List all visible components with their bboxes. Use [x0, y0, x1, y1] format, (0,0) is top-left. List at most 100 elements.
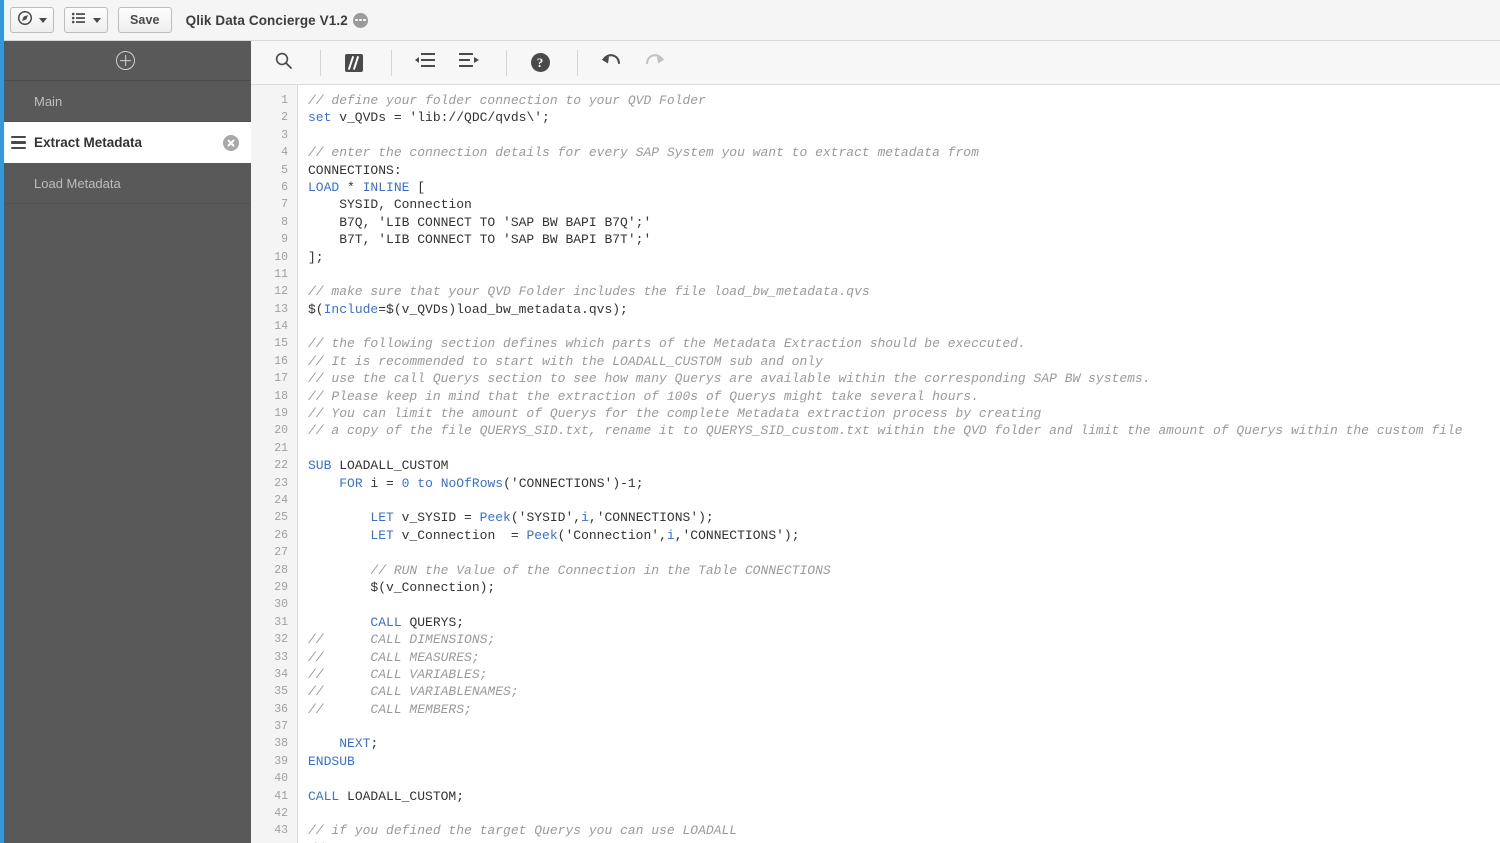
code-token: LOADALL_CUSTOM — [331, 458, 449, 474]
code-token: i — [666, 527, 675, 543]
code-line[interactable] — [308, 805, 1500, 822]
code-line[interactable]: NEXT; — [308, 735, 1500, 752]
chevron-down-icon — [39, 17, 47, 23]
code-token: Peek — [479, 510, 511, 526]
code-line[interactable]: // Please keep in mind that the extracti… — [308, 388, 1500, 405]
line-number: 43 — [274, 824, 288, 838]
code-token: [ — [409, 179, 426, 195]
code-line[interactable]: $(Include=$(v_QVDs)load_bw_metadata.qvs)… — [308, 301, 1500, 318]
code-line[interactable] — [308, 596, 1500, 613]
code-line[interactable]: // enter the connection details for ever… — [308, 144, 1500, 161]
sections-sidebar: Main Extract Metadata Load Metadata — [0, 41, 251, 843]
line-number: 24 — [274, 493, 288, 507]
sidebar-item-extract-metadata[interactable]: Extract Metadata — [0, 122, 251, 163]
code-line[interactable] — [308, 440, 1500, 457]
code-line[interactable]: CALL QUERYS; — [308, 614, 1500, 631]
code-line[interactable]: SUB LOADALL_CUSTOM — [308, 457, 1500, 474]
code-line[interactable]: // CALL VARIABLES; — [308, 666, 1500, 683]
code-line[interactable]: // You can limit the amount of Querys fo… — [308, 405, 1500, 422]
code-token: $(v_Connection); — [308, 579, 496, 595]
sidebar-item-load-metadata[interactable]: Load Metadata — [0, 163, 251, 204]
code-line[interactable] — [308, 266, 1500, 283]
code-editor[interactable]: 1 2 3 4 5 6 7 8 9 10 11 12 13 14 15 16 17 18 19 20 21 22 23 24 2… — [251, 85, 1500, 843]
line-number: 11 — [274, 267, 288, 281]
code-token: v_Connection = — [393, 527, 527, 543]
code-line[interactable]: B7Q, 'LIB CONNECT TO 'SAP BW BAPI B7Q';' — [308, 214, 1500, 231]
line-number: 6 — [281, 180, 288, 194]
code-line[interactable]: ENDSUB — [308, 753, 1500, 770]
code-line[interactable] — [308, 770, 1500, 787]
code-token: ,'CONNECTIONS'); — [588, 510, 714, 526]
code-line[interactable]: // RUN the Value of the Connection in th… — [308, 562, 1500, 579]
code-line[interactable] — [308, 492, 1500, 509]
code-line[interactable]: set v_QVDs = 'lib://QDC/qvds\'; — [308, 109, 1500, 126]
code-line[interactable]: LOAD * INLINE [ — [308, 179, 1500, 196]
code-token: ('Connection', — [557, 527, 667, 543]
code-line[interactable]: // use the call Querys section to see ho… — [308, 370, 1500, 387]
sheet-list-button[interactable] — [64, 7, 108, 33]
line-number: 17 — [274, 372, 288, 386]
code-line[interactable]: LET v_SYSID = Peek('SYSID',i,'CONNECTION… — [308, 509, 1500, 526]
outdent-button[interactable] — [449, 48, 489, 78]
code-line[interactable]: // define your folder connection to your… — [308, 92, 1500, 109]
line-number: 27 — [274, 546, 288, 560]
line-number: 39 — [274, 754, 288, 768]
code-line[interactable] — [308, 318, 1500, 335]
code-content[interactable]: // define your folder connection to your… — [298, 85, 1500, 843]
search-button[interactable] — [263, 48, 303, 78]
code-line[interactable]: LET v_Connection = Peek('Connection',i,'… — [308, 527, 1500, 544]
add-section-icon — [116, 51, 135, 70]
comment-button[interactable] — [334, 48, 374, 78]
sidebar-item-main[interactable]: Main — [0, 81, 251, 122]
navigation-menu-button[interactable] — [10, 7, 54, 33]
code-token: SUB — [308, 458, 332, 474]
code-line[interactable]: // a copy of the file QUERYS_SID.txt, re… — [308, 422, 1500, 439]
sidebar-item-label: Load Metadata — [34, 175, 121, 191]
add-section-button[interactable] — [0, 41, 251, 81]
help-button[interactable]: ? — [520, 48, 560, 78]
close-icon[interactable] — [223, 134, 239, 151]
sidebar-item-label: Extract Metadata — [34, 135, 143, 150]
code-token: to — [417, 475, 433, 491]
code-line[interactable]: CALL LOADALL_CUSTOM; — [308, 788, 1500, 805]
indent-button[interactable] — [405, 48, 445, 78]
code-line[interactable] — [308, 718, 1500, 735]
code-token: // CALL VARIABLES; — [308, 666, 488, 682]
line-number: 37 — [274, 720, 288, 734]
code-line[interactable]: B7T, 'LIB CONNECT TO 'SAP BW BAPI B7T';' — [308, 231, 1500, 248]
code-line[interactable]: // if you defined the target Querys you … — [308, 822, 1500, 839]
code-token: NEXT — [339, 736, 371, 752]
code-token: v_SYSID = — [393, 510, 480, 526]
code-line[interactable]: $(v_Connection); — [308, 579, 1500, 596]
code-line[interactable] — [308, 544, 1500, 561]
drag-handle-icon[interactable] — [11, 135, 26, 150]
redo-button[interactable] — [635, 48, 675, 78]
undo-button[interactable] — [591, 48, 631, 78]
code-token: v_QVDs = 'lib://QDC/qvds\'; — [331, 110, 550, 126]
code-line[interactable]: SYSID, Connection — [308, 196, 1500, 213]
script-editor-app: Save Qlik Data Concierge V1.2 Main Extra… — [0, 0, 1500, 843]
code-line[interactable]: ]; — [308, 249, 1500, 266]
code-line[interactable] — [308, 127, 1500, 144]
toolbar-divider — [320, 49, 321, 76]
code-line[interactable]: // the following section defines which p… — [308, 335, 1500, 352]
code-line[interactable]: // make sure that your QVD Folder includ… — [308, 283, 1500, 300]
line-number: 29 — [274, 580, 288, 594]
code-line[interactable]: // CALL MEASURES; — [308, 649, 1500, 666]
more-options-icon[interactable] — [352, 12, 368, 28]
code-token: CALL — [370, 614, 402, 630]
code-line[interactable]: FOR i = 0 to NoOfRows('CONNECTIONS')-1; — [308, 475, 1500, 492]
code-token: // CALL MEASURES; — [308, 649, 480, 665]
code-line[interactable]: // CALL MEMBERS; — [308, 701, 1500, 718]
code-line[interactable]: // CALL DIMENSIONS; — [308, 631, 1500, 648]
code-token: =$(v_QVDs)load_bw_metadata.qvs); — [378, 301, 628, 317]
save-button[interactable]: Save — [118, 7, 172, 33]
code-token: LET — [370, 527, 394, 543]
code-line[interactable]: // CALL VARIABLENAMES; — [308, 683, 1500, 700]
redo-icon — [644, 51, 666, 74]
code-line[interactable]: CONNECTIONS: — [308, 162, 1500, 179]
code-line[interactable]: // It is recommended to start with the L… — [308, 353, 1500, 370]
